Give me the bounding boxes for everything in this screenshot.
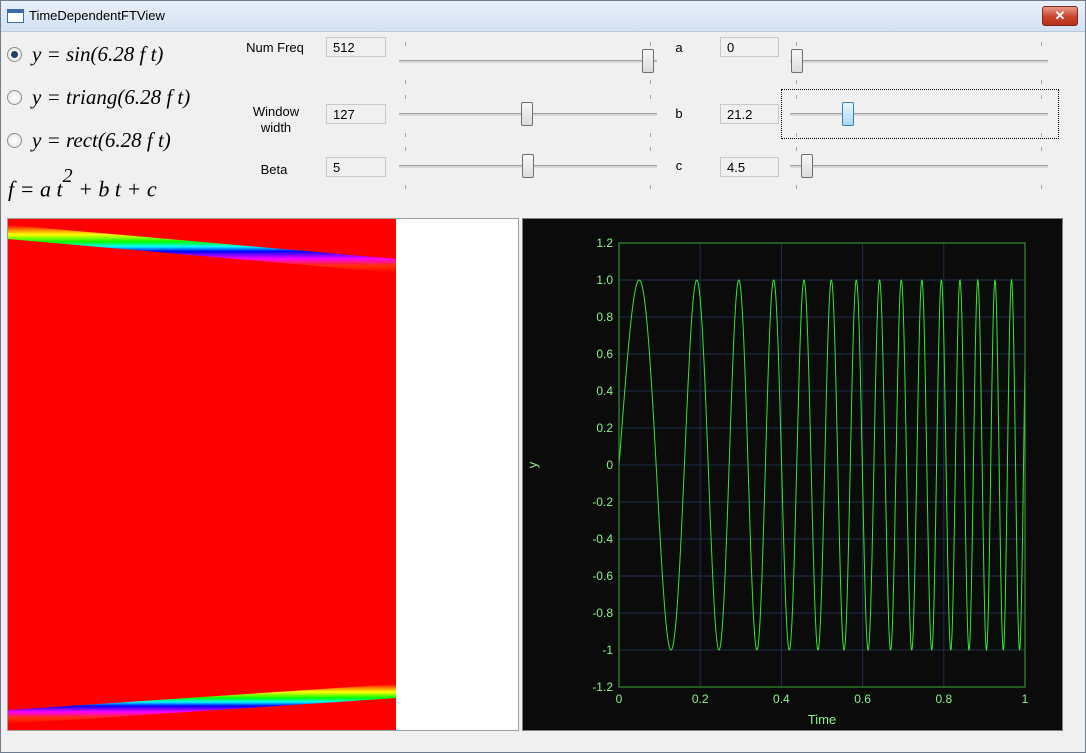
formula-exponent: 2 [62,165,73,187]
y-tick-label: 0.8 [596,310,613,324]
radio-sin-label[interactable]: y = sin(6.28 f t) [32,42,163,67]
formula-rhs: + b t + c [72,176,157,202]
slider-tick [650,42,651,46]
slider-tick [650,147,651,151]
slider-tick [796,80,797,84]
slider-track [790,165,1048,168]
x-tick-label: 1 [1022,692,1029,706]
slider-thumb[interactable] [522,154,534,178]
slider-tick [405,42,406,46]
slider-thumb[interactable] [842,102,854,126]
slider-tick [1041,95,1042,99]
slider-tick [1041,80,1042,84]
window-width-label: Window width [252,104,300,135]
y-axis-label: y [525,461,540,468]
window-width-slider[interactable] [399,91,657,139]
slider-tick [405,185,406,189]
y-tick-label: -1.2 [592,680,613,694]
slider-tick [650,80,651,84]
y-tick-label: -0.8 [592,606,613,620]
slider-tick [1041,42,1042,46]
num-freq-slider[interactable] [399,38,657,86]
slider-thumb[interactable] [791,49,803,73]
beta-field[interactable]: 5 [326,157,386,177]
slider-tick [650,185,651,189]
radio-sin[interactable] [7,47,22,62]
slider-tick [796,147,797,151]
y-tick-label: -0.2 [592,495,613,509]
slider-tick [1041,133,1042,137]
slider-tick [1041,185,1042,189]
formula-lhs: f = a t [8,176,63,202]
slider-thumb[interactable] [642,49,654,73]
slider-tick [650,133,651,137]
slider-tick [796,95,797,99]
y-tick-label: -0.6 [592,569,613,583]
frequency-formula: f = a t2 + b t + c [8,165,157,202]
slider-tick [796,185,797,189]
radio-triang-label[interactable]: y = triang(6.28 f t) [32,85,190,110]
spectrogram-image [8,219,396,730]
x-axis-label: Time [808,712,836,727]
slider-track [399,60,657,63]
title-bar[interactable]: TimeDependentFTView ✕ [1,1,1085,32]
radio-rect-label[interactable]: y = rect(6.28 f t) [32,128,171,153]
a-label: a [675,40,683,55]
slider-thumb[interactable] [521,102,533,126]
window-icon [7,9,24,23]
y-tick-label: 0.6 [596,347,613,361]
radio-rect[interactable] [7,133,22,148]
slider-tick [405,80,406,84]
y-tick-label: 0 [606,458,613,472]
c-field[interactable]: 4.5 [720,157,779,177]
slider-tick [405,147,406,151]
x-tick-label: 0 [616,692,623,706]
y-tick-label: 1.0 [596,273,613,287]
beta-label: Beta [260,162,288,177]
c-slider[interactable] [790,143,1048,191]
slider-tick [796,42,797,46]
b-field[interactable]: 21.2 [720,104,779,124]
spectrogram-panel [7,218,519,731]
time-plot: 1.2 1.0 0.8 0.6 0.4 0.2 0 -0.2 -0.4 -0.6 -0.8 -1 -1.… [525,236,1029,727]
app-window: TimeDependentFTView ✕ y = sin(6.28 f t) … [0,0,1086,753]
x-tick-label: 0.2 [692,692,709,706]
radio-triang[interactable] [7,90,22,105]
slider-thumb[interactable] [801,154,813,178]
slider-track [790,60,1048,63]
a-slider[interactable] [790,38,1048,86]
close-button[interactable]: ✕ [1042,6,1078,26]
b-label: b [675,106,683,121]
num-freq-field[interactable]: 512 [326,37,386,57]
y-tick-label: 0.4 [596,384,613,398]
x-tick-label: 0.6 [854,692,871,706]
window-width-field[interactable]: 127 [326,104,386,124]
y-tick-label: -0.4 [592,532,613,546]
y-tick-label: 0.2 [596,421,613,435]
num-freq-label: Num Freq [246,40,304,55]
b-slider[interactable] [790,91,1048,139]
slider-tick [796,133,797,137]
y-tick-label: -1 [602,643,613,657]
y-tick-label: 1.2 [596,236,613,250]
slider-tick [650,95,651,99]
window-title: TimeDependentFTView [29,8,165,23]
slider-track [790,113,1048,116]
c-label: c [675,158,683,173]
slider-tick [405,95,406,99]
a-field[interactable]: 0 [720,37,779,57]
slider-tick [1041,147,1042,151]
slider-tick [405,133,406,137]
time-plot-panel: 1.2 1.0 0.8 0.6 0.4 0.2 0 -0.2 -0.4 -0.6 -0.8 -1 -1.… [522,218,1063,731]
beta-slider[interactable] [399,143,657,191]
x-tick-label: 0.4 [773,692,790,706]
spectrogram-background [8,219,396,730]
x-tick-label: 0.8 [935,692,952,706]
